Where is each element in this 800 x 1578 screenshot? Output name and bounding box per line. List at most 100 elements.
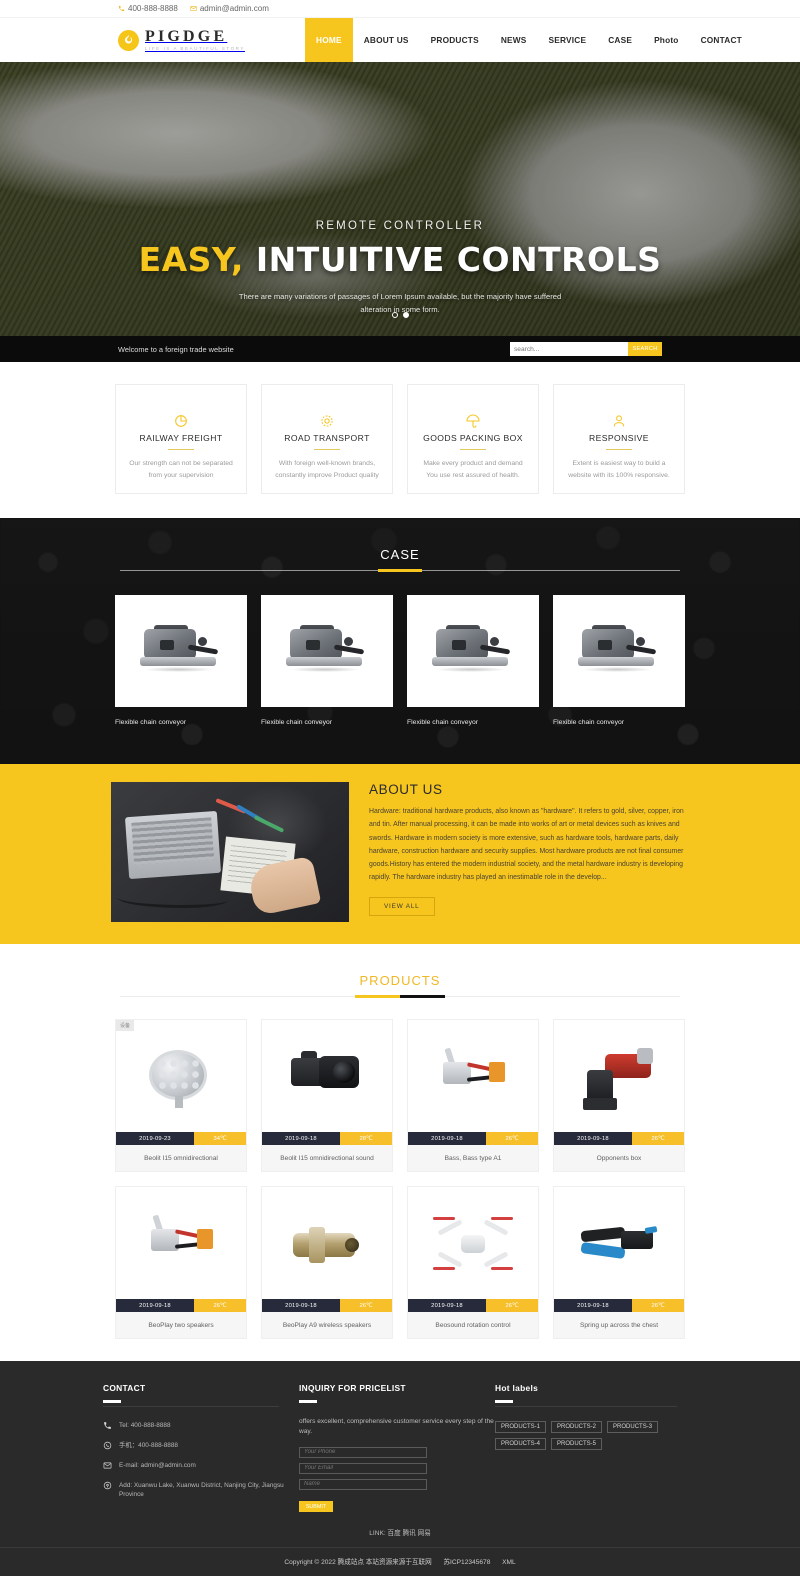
footer-links-row: LINK: 百度 腾讯 网易 [0, 1513, 800, 1547]
contact-address-text: Add: Xuanwu Lake, Xuanwu District, Nanji… [119, 1481, 284, 1499]
about-section: ABOUT US Hardware: traditional hardware … [0, 764, 800, 944]
case-item[interactable]: Flexible chain conveyor [115, 595, 247, 726]
top-phone[interactable]: 400-888-8888 [118, 4, 178, 13]
user-icon [611, 411, 627, 431]
product-date: 2019-09-18 [116, 1299, 194, 1312]
case-item[interactable]: Flexible chain conveyor [407, 595, 539, 726]
about-text: Hardware: traditional hardware products,… [369, 808, 684, 882]
product-date: 2019-09-18 [554, 1132, 632, 1145]
contact-address: Add: Xuanwu Lake, Xuanwu District, Nanji… [103, 1481, 299, 1500]
product-date: 2019-09-18 [408, 1132, 486, 1145]
case-thumbnail [553, 595, 685, 707]
product-card[interactable]: 2019-09-18 26℃ Bass, Bass type A1 [407, 1019, 539, 1172]
footer-link-netease[interactable]: 网易 [418, 1530, 431, 1537]
nav-item-photo[interactable]: Photo [643, 18, 690, 62]
divider [314, 449, 340, 450]
nav-item-contact[interactable]: CONTACT [690, 18, 753, 62]
submit-button[interactable]: SUBMIT [299, 1501, 333, 1513]
nav-item-news[interactable]: NEWS [490, 18, 538, 62]
products-section: PRODUCTS 设备 2019-09-23 34℃ Beolit I15 om… [0, 944, 800, 1361]
nav-item-about-us[interactable]: ABOUT US [353, 18, 420, 62]
product-date: 2019-09-23 [116, 1132, 194, 1145]
footer-link-baidu[interactable]: 百度 [388, 1530, 401, 1537]
view-all-button[interactable]: VIEW ALL [369, 896, 435, 916]
case-item[interactable]: Flexible chain conveyor [261, 595, 393, 726]
hero-dot-1[interactable] [391, 312, 398, 318]
footer-contact-heading: CONTACT [103, 1383, 146, 1393]
divider [606, 449, 632, 450]
case-item[interactable]: Flexible chain conveyor [553, 595, 685, 726]
product-card[interactable]: 设备 2019-09-23 34℃ Beolit I15 omnidirecti… [115, 1019, 247, 1172]
phone-icon [118, 5, 125, 12]
product-name: Beosound rotation control [408, 1312, 538, 1338]
product-card[interactable]: 2019-09-18 26℃ BeoPlay two speakers [115, 1186, 247, 1339]
contact-mobile-text: 手机：400-888-8888 [119, 1441, 178, 1449]
top-email[interactable]: admin@admin.com [190, 4, 269, 13]
service-card-goods-packing-box[interactable]: GOODS PACKING BOX Make every product and… [407, 384, 539, 494]
service-title: GOODS PACKING BOX [423, 433, 523, 443]
top-email-text: admin@admin.com [199, 4, 269, 13]
product-name: Spring up across the chest [554, 1312, 684, 1338]
hot-label-tags: PRODUCTS-1 PRODUCTS-2 PRODUCTS-3 PRODUCT… [495, 1420, 677, 1450]
nav-item-home[interactable]: HOME [305, 18, 353, 62]
site-logo[interactable]: PIGDGE LIFE IS A BEAUTIFUL STORY [118, 27, 245, 52]
service-card-responsive[interactable]: RESPONSIVE Extent is easiest way to buil… [553, 384, 685, 494]
section-underline [120, 994, 680, 998]
product-temp: 34℃ [194, 1132, 246, 1145]
product-name: BeoPlay A9 wireless speakers [262, 1312, 392, 1338]
inquiry-text: offers excellent, comprehensive customer… [299, 1417, 494, 1436]
hot-label-tag[interactable]: PRODUCTS-3 [607, 1420, 659, 1433]
about-section-title: ABOUT US [369, 782, 443, 797]
footer-link-tencent[interactable]: 腾讯 [403, 1530, 416, 1537]
inquiry-name-input[interactable] [299, 1478, 427, 1490]
service-card-railway-freight[interactable]: RAILWAY FREIGHT Our strength can not be … [115, 384, 247, 494]
product-card[interactable]: 2019-09-18 26℃ Spring up across the ches… [553, 1186, 685, 1339]
mail-icon [103, 1461, 113, 1471]
product-card[interactable]: 2019-09-18 26℃ BeoPlay A9 wireless speak… [261, 1186, 393, 1339]
service-desc: Make every product and demand You use re… [423, 460, 523, 479]
main-navigation: HOME ABOUT US PRODUCTS NEWS SERVICE CASE… [305, 18, 753, 62]
inquiry-email-input[interactable] [299, 1462, 427, 1474]
xml-sitemap-link[interactable]: XML [502, 1559, 516, 1566]
top-phone-text: 400-888-8888 [128, 4, 178, 13]
contact-phone-text: Tel: 400-888-8888 [119, 1421, 171, 1429]
hot-label-tag[interactable]: PRODUCTS-4 [495, 1437, 547, 1450]
hero-banner: REMOTE CONTROLLER EASY, INTUITIVE CONTRO… [0, 62, 800, 336]
product-temp: 26℃ [632, 1132, 684, 1145]
product-image [554, 1020, 684, 1132]
case-caption: Flexible chain conveyor [553, 719, 625, 726]
nav-item-service[interactable]: SERVICE [538, 18, 598, 62]
product-card[interactable]: 2019-09-18 28℃ Beolit I15 omnidirectiona… [261, 1019, 393, 1172]
hot-label-tag[interactable]: PRODUCTS-2 [551, 1420, 603, 1433]
hero-kicker: REMOTE CONTROLLER [315, 220, 485, 232]
hot-label-tag[interactable]: PRODUCTS-5 [551, 1437, 603, 1450]
hero-slider-dots [0, 312, 800, 318]
product-image [116, 1187, 246, 1299]
nav-item-products[interactable]: PRODUCTS [420, 18, 490, 62]
product-temp: 26℃ [486, 1132, 538, 1145]
divider [495, 1405, 677, 1407]
search-input[interactable] [510, 342, 628, 356]
nav-item-case[interactable]: CASE [597, 18, 643, 62]
product-image [262, 1187, 392, 1299]
product-card[interactable]: 2019-09-18 26℃ Beosound rotation control [407, 1186, 539, 1339]
product-name: BeoPlay two speakers [116, 1312, 246, 1338]
footer-links-prefix: LINK: [369, 1529, 386, 1537]
inquiry-phone-input[interactable] [299, 1446, 427, 1458]
service-card-road-transport[interactable]: ROAD TRANSPORT With foreign well-known b… [261, 384, 393, 494]
search-button[interactable]: SEARCH [628, 342, 662, 356]
product-name: Beolit I15 omnidirectional sound [262, 1145, 392, 1171]
product-name: Beolit I15 omnidirectional [116, 1145, 246, 1171]
product-card[interactable]: 2019-09-18 26℃ Opponents box [553, 1019, 685, 1172]
copyright-text: Copyright © 2022 腾成站点 本站资源来源于互联网 [284, 1558, 432, 1566]
divider [168, 449, 194, 450]
hot-label-tag[interactable]: PRODUCTS-1 [495, 1420, 547, 1433]
service-title: RESPONSIVE [589, 433, 649, 443]
top-utility-bar: 400-888-8888 admin@admin.com [0, 0, 800, 18]
hero-dot-2[interactable] [402, 312, 409, 318]
case-caption: Flexible chain conveyor [407, 719, 479, 726]
phone-icon [103, 1421, 113, 1431]
pie-chart-icon [173, 411, 189, 431]
product-date: 2019-09-18 [408, 1299, 486, 1312]
logo-name: PIGDGE [145, 27, 228, 45]
